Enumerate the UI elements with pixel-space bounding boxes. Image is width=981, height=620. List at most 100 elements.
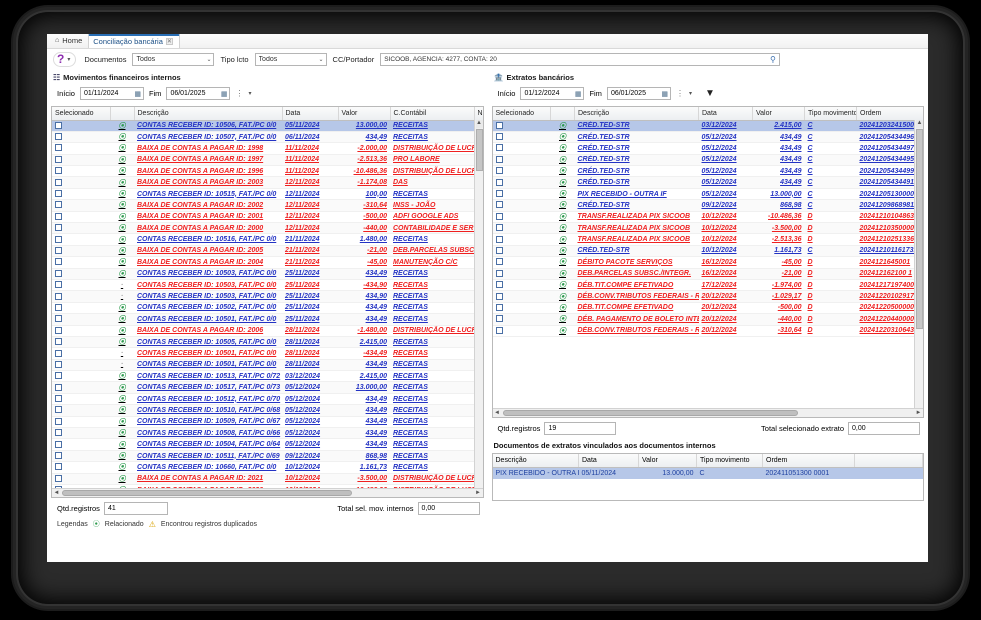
checkbox[interactable] bbox=[55, 144, 62, 152]
right-fim-input[interactable]: 06/01/2025 ▦ bbox=[606, 87, 671, 100]
column-header-valor[interactable]: Valor bbox=[338, 107, 391, 121]
table-row[interactable]: ⦿ DÉBITO PACOTE SERVIÇOS 16/12/2024 -45,00 D… bbox=[492, 256, 923, 269]
checkbox[interactable] bbox=[55, 326, 62, 334]
row-checkbox-cell[interactable] bbox=[492, 290, 551, 303]
table-row[interactable]: ⦿ CRÉD.TED-STR 10/12/2024 1.161,73 C 20241210… bbox=[492, 245, 923, 258]
row-checkbox-cell[interactable] bbox=[52, 188, 110, 201]
table-row[interactable]: ⦿ CONTAS RECEBER ID: 10516, FAT./PC 0/0 21… bbox=[52, 233, 483, 246]
right-hscroll-thumb[interactable] bbox=[502, 410, 798, 416]
checkbox[interactable] bbox=[55, 360, 62, 368]
row-checkbox-cell[interactable] bbox=[52, 222, 110, 235]
table-row[interactable]: ⦿ CONTAS RECEBER ID: 10512, FAT./PC 0/70 0… bbox=[52, 393, 483, 406]
table-row[interactable]: ⦿ CONTAS RECEBER ID: 10501, FAT./PC 0/0 25… bbox=[52, 313, 483, 326]
row-checkbox-cell[interactable] bbox=[52, 404, 110, 417]
checkbox[interactable] bbox=[55, 269, 62, 277]
row-checkbox-cell[interactable] bbox=[52, 211, 110, 224]
row-checkbox-cell[interactable] bbox=[52, 347, 110, 360]
checkbox[interactable] bbox=[55, 315, 62, 323]
checkbox[interactable] bbox=[55, 452, 62, 460]
row-checkbox-cell[interactable] bbox=[52, 313, 110, 326]
checkbox[interactable] bbox=[55, 133, 62, 141]
row-checkbox-cell[interactable] bbox=[492, 131, 551, 144]
checkbox[interactable] bbox=[495, 326, 503, 334]
table-row[interactable]: · CONTAS RECEBER ID: 10501, FAT./PC 0/0 28… bbox=[52, 347, 483, 360]
table-row[interactable]: ⦿ CONTAS RECEBER ID: 10517, FAT./PC 0/73 0… bbox=[52, 381, 483, 394]
row-checkbox-cell[interactable] bbox=[492, 120, 551, 132]
column-header-selecionado[interactable]: Selecionado bbox=[492, 107, 551, 121]
table-row[interactable]: ⦿ DÉB.TIT.COMPE EFETIVADO 20/12/2024 -500,0… bbox=[492, 302, 923, 315]
table-row[interactable]: ⦿ CONTAS RECEBER ID: 10502, FAT./PC 0/0 25… bbox=[52, 302, 483, 315]
row-checkbox-cell[interactable] bbox=[492, 268, 551, 280]
row-checkbox-cell[interactable] bbox=[52, 154, 110, 167]
scroll-left-icon[interactable]: ◄ bbox=[52, 489, 61, 497]
table-row[interactable]: ⦿ DÉB.CONV.TRIBUTOS FEDERAIS - RFB 20/12/2… bbox=[492, 290, 923, 303]
row-checkbox-cell[interactable] bbox=[52, 131, 110, 144]
checkbox[interactable] bbox=[55, 372, 62, 380]
table-row[interactable]: ⦿ CONTAS RECEBER ID: 10660, FAT./PC 0/0 10… bbox=[52, 461, 483, 474]
column-header-tipo-movimento[interactable]: Tipo movimento bbox=[804, 107, 857, 121]
right-horizontal-scrollbar[interactable]: ◄ ► bbox=[492, 408, 923, 417]
calendar-icon[interactable]: ▦ bbox=[575, 90, 582, 98]
checkbox[interactable] bbox=[495, 178, 503, 186]
checkbox[interactable] bbox=[55, 440, 62, 448]
table-row[interactable]: ⦿ BAIXA DE CONTAS A PAGAR ID: 2001 12/11/2… bbox=[52, 211, 483, 224]
checkbox[interactable] bbox=[495, 281, 503, 289]
left-hscroll-thumb[interactable] bbox=[62, 490, 352, 496]
column-header-data[interactable]: Data bbox=[282, 107, 339, 121]
row-checkbox-cell[interactable] bbox=[52, 256, 110, 269]
row-checkbox-cell[interactable] bbox=[52, 302, 110, 315]
table-row[interactable]: ⦿ TRANSF.REALIZADA PIX SICOOB 10/12/2024 -2… bbox=[492, 233, 923, 246]
checkbox[interactable] bbox=[495, 190, 503, 198]
column-header-tipo-movimento[interactable]: Tipo movimento bbox=[696, 454, 763, 468]
table-row[interactable]: ⦿ BAIXA DE CONTAS A PAGAR ID: 2021 10/12/2… bbox=[52, 473, 483, 486]
scroll-up-icon[interactable]: ▲ bbox=[916, 120, 923, 128]
row-checkbox-cell[interactable] bbox=[492, 245, 551, 258]
table-row[interactable]: ⦿ CRÉD.TED-STR 05/12/2024 434,49 C 2024120543… bbox=[492, 176, 923, 189]
scroll-right-icon[interactable]: ► bbox=[914, 409, 923, 417]
checkbox[interactable] bbox=[55, 463, 62, 471]
row-checkbox-cell[interactable] bbox=[492, 279, 551, 292]
checkbox[interactable] bbox=[55, 406, 62, 414]
column-header-descri-o[interactable]: Descrição bbox=[134, 107, 283, 121]
help-button[interactable]: ? ▾ bbox=[53, 52, 77, 67]
left-total-input[interactable]: 0,00 bbox=[417, 502, 480, 515]
row-checkbox-cell[interactable] bbox=[492, 188, 551, 201]
table-row[interactable]: ⦿ CONTAS RECEBER ID: 10504, FAT./PC 0/64 0… bbox=[52, 438, 483, 451]
checkbox[interactable] bbox=[55, 429, 62, 437]
row-checkbox-cell[interactable] bbox=[492, 233, 551, 246]
checkbox[interactable] bbox=[495, 246, 503, 254]
scroll-left-icon[interactable]: ◄ bbox=[493, 409, 502, 417]
table-row[interactable]: ⦿ BAIXA DE CONTAS A PAGAR ID: 2005 21/11/2… bbox=[52, 245, 483, 258]
table-row[interactable]: ⦿ DEB.PARCELAS SUBSC./INTEGR. 16/12/2024 -2… bbox=[492, 268, 923, 280]
checkbox[interactable] bbox=[495, 315, 503, 323]
checkbox[interactable] bbox=[55, 201, 62, 209]
vertical-dots-icon[interactable]: ⋮ bbox=[676, 89, 684, 98]
checkbox[interactable] bbox=[55, 178, 62, 186]
close-icon[interactable]: ✕ bbox=[165, 38, 173, 45]
row-checkbox-cell[interactable] bbox=[492, 211, 551, 224]
table-row[interactable]: ⦿ BAIXA DE CONTAS A PAGAR ID: 2002 12/11/2… bbox=[52, 199, 483, 212]
row-checkbox-cell[interactable] bbox=[52, 165, 110, 178]
row-checkbox-cell[interactable] bbox=[52, 416, 110, 429]
row-checkbox-cell[interactable] bbox=[52, 120, 110, 132]
tipo-lcto-select[interactable]: Todos ⌄ bbox=[254, 53, 327, 66]
calendar-icon[interactable]: ▦ bbox=[221, 90, 228, 98]
left-fim-input[interactable]: 06/01/2025 ▦ bbox=[166, 87, 231, 100]
table-row[interactable]: ⦿ PIX RECEBIDO - OUTRA IF 05/12/2024 13.000… bbox=[492, 188, 923, 201]
checkbox[interactable] bbox=[495, 303, 503, 311]
column-header-valor[interactable]: Valor bbox=[638, 454, 697, 468]
table-row[interactable]: · CONTAS RECEBER ID: 10501, FAT./PC 0/0 28… bbox=[52, 359, 483, 372]
row-checkbox-cell[interactable] bbox=[492, 256, 551, 269]
checkbox[interactable] bbox=[55, 338, 62, 346]
checkbox[interactable] bbox=[55, 258, 62, 266]
row-checkbox-cell[interactable] bbox=[492, 154, 551, 167]
row-checkbox-cell[interactable] bbox=[52, 233, 110, 246]
checkbox[interactable] bbox=[495, 292, 503, 300]
table-row[interactable]: ⦿ BAIXA DE CONTAS A PAGAR ID: 2004 21/11/2… bbox=[52, 256, 483, 269]
row-checkbox-cell[interactable] bbox=[52, 279, 110, 292]
row-checkbox-cell[interactable] bbox=[52, 199, 110, 212]
calendar-icon[interactable]: ▦ bbox=[661, 90, 668, 98]
table-row[interactable]: ⦿ CONTAS RECEBER ID: 10515, FAT./PC 0/0 12… bbox=[52, 188, 483, 201]
table-row[interactable]: ⦿ BAIXA DE CONTAS A PAGAR ID: 2006 28/11/2… bbox=[52, 325, 483, 337]
checkbox[interactable] bbox=[55, 417, 62, 425]
